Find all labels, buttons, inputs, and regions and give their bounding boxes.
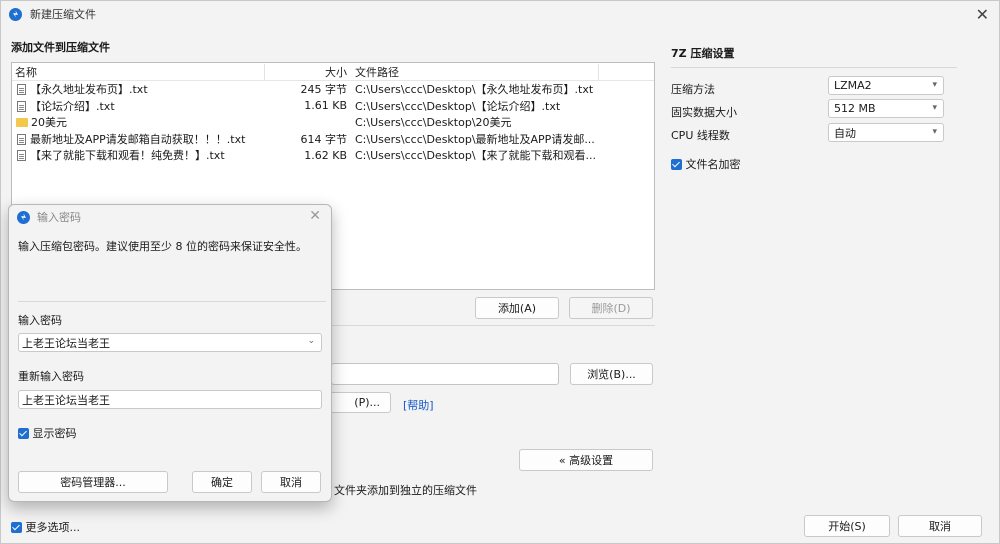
password-dialog: 输入密码 ✕ 输入压缩包密码。建议使用至少 8 位的密码来保证安全性。 输入密码… — [8, 204, 332, 502]
file-path-cell: C:\Users\ccc\Desktop\【永久地址发布页】.txt — [355, 83, 594, 97]
close-icon[interactable]: ✕ — [309, 208, 321, 224]
repeat-password-label: 重新输入密码 — [18, 370, 84, 383]
file-size-cell: 245 字节 — [300, 83, 348, 97]
file-name-cell: 20美元 — [12, 114, 264, 130]
file-size-cell: 1.62 KB — [304, 148, 347, 162]
file-path-cell: C:\Users\ccc\Desktop\最新地址及APP请发邮... — [355, 132, 595, 146]
file-path-cell: C:\Users\ccc\Desktop\20美元 — [355, 116, 512, 130]
file-rows: 【永久地址发布页】.txt 245 字节 C:\Users\ccc\Desktop\… — [12, 81, 654, 164]
method-label: 压缩方法 — [671, 83, 715, 96]
dialog-cancel-button[interactable]: 取消 — [261, 471, 321, 493]
password-input[interactable]: 上老王论坛当老王 ⌄ — [18, 333, 322, 352]
file-icon — [17, 84, 26, 96]
column-size[interactable]: 大小 — [265, 64, 351, 80]
file-list-header: 名称 大小 文件路径 — [12, 63, 654, 81]
close-icon[interactable]: ✕ — [976, 5, 989, 24]
file-name-cell: 【来了就能下载和观看！纯免费！】.txt — [12, 147, 264, 163]
dialog-title: 输入密码 — [37, 211, 81, 224]
dialog-title-bar: 输入密码 ✕ — [9, 205, 331, 229]
encrypt-names-label: 文件名加密 — [685, 158, 741, 171]
delete-button[interactable]: 删除(D) — [569, 297, 653, 319]
title-bar: 新建压缩文件 ✕ — [1, 1, 1000, 27]
repeat-password-input[interactable]: 上老王论坛当老王 — [18, 390, 322, 409]
solid-size-select[interactable]: 512 MB ▾ — [828, 99, 944, 118]
column-separator — [598, 63, 599, 80]
app-logo-icon — [9, 7, 22, 21]
browse-button[interactable]: 浏览(B)... — [570, 363, 653, 385]
repeat-password-value: 上老王论坛当老王 — [22, 393, 110, 407]
password-label: 输入密码 — [18, 314, 62, 327]
advanced-settings-button[interactable]: « 高级设置 — [519, 449, 653, 471]
file-icon — [17, 100, 26, 112]
password-value: 上老王论坛当老王 — [22, 336, 110, 350]
window-title: 新建压缩文件 — [30, 8, 96, 21]
chevron-down-icon: ▾ — [932, 80, 937, 90]
threads-label: CPU 线程数 — [671, 129, 730, 142]
settings-title: 7Z 压缩设置 — [671, 47, 735, 60]
column-path[interactable]: 文件路径 — [351, 64, 598, 80]
separator — [18, 301, 326, 302]
solid-size-value: 512 MB — [834, 102, 876, 115]
more-options-label: 更多选项... — [25, 521, 81, 534]
file-row[interactable]: 【来了就能下载和观看！纯免费！】.txt 1.62 KB C:\Users\ccc\… — [12, 147, 654, 164]
encrypt-names-option[interactable]: 文件名加密 — [671, 156, 741, 172]
method-select[interactable]: LZMA2 ▾ — [828, 76, 944, 95]
help-link[interactable]: [帮助] — [403, 397, 434, 413]
separate-archives-label: 文件夹添加到独立的压缩文件 — [334, 484, 477, 497]
archive-path-input[interactable] — [331, 363, 559, 385]
start-button[interactable]: 开始(S) — [804, 515, 890, 537]
file-row[interactable]: 【永久地址发布页】.txt 245 字节 C:\Users\ccc\Desktop\… — [12, 81, 654, 98]
cancel-button[interactable]: 取消 — [898, 515, 982, 537]
file-name-cell: 最新地址及APP请发邮箱自动获取！！！.txt — [12, 131, 264, 147]
add-button[interactable]: 添加(A) — [475, 297, 559, 319]
checkbox-checked-icon[interactable] — [18, 428, 29, 439]
dict-label: 固实数据大小 — [671, 106, 737, 119]
app-logo-icon — [17, 210, 30, 224]
method-value: LZMA2 — [834, 79, 872, 92]
threads-select[interactable]: 自动 ▾ — [828, 123, 944, 142]
compression-settings-panel: 7Z 压缩设置 压缩方法 LZMA2 ▾ 固实数据大小 512 MB ▾ CPU… — [661, 35, 957, 487]
show-password-label: 显示密码 — [32, 427, 77, 440]
checkbox-checked-icon[interactable] — [671, 159, 682, 170]
chevron-down-icon[interactable]: ⌄ — [307, 336, 315, 346]
file-name: 最新地址及APP请发邮箱自动获取！！！.txt — [30, 132, 246, 146]
file-name: 【永久地址发布页】.txt — [30, 83, 148, 97]
file-size-cell: 1.61 KB — [304, 99, 347, 113]
cell-spacer — [264, 114, 265, 130]
column-name[interactable]: 名称 — [12, 64, 264, 80]
password-manager-button[interactable]: 密码管理器... — [18, 471, 168, 493]
threads-value: 自动 — [834, 126, 856, 140]
show-password-option[interactable]: 显示密码 — [18, 425, 77, 441]
separator — [331, 325, 655, 326]
file-icon — [17, 150, 26, 162]
file-row[interactable]: 【论坛介绍】.txt 1.61 KB C:\Users\ccc\Desktop\【论… — [12, 98, 654, 115]
chevron-down-icon: ▾ — [932, 103, 937, 113]
file-icon — [17, 133, 26, 145]
file-row[interactable]: 最新地址及APP请发邮箱自动获取！！！.txt 614 字节 C:\Users\cc… — [12, 131, 654, 148]
checkbox-checked-icon[interactable] — [11, 522, 22, 533]
file-name: 20美元 — [31, 116, 67, 130]
file-name-cell: 【永久地址发布页】.txt — [12, 81, 264, 97]
file-size-cell: 614 字节 — [300, 132, 348, 146]
file-name: 【来了就能下载和观看！纯免费！】.txt — [30, 149, 225, 163]
folder-icon — [16, 118, 28, 128]
more-options-toggle[interactable]: 更多选项... — [11, 519, 80, 535]
file-path-cell: C:\Users\ccc\Desktop\【论坛介绍】.txt — [355, 99, 561, 113]
file-row[interactable]: 20美元 C:\Users\ccc\Desktop\20美元 — [12, 114, 654, 131]
separator — [671, 67, 957, 68]
dialog-description: 输入压缩包密码。建议使用至少 8 位的密码来保证安全性。 — [18, 240, 307, 253]
section-title: 添加文件到压缩文件 — [11, 41, 110, 54]
ok-button[interactable]: 确定 — [192, 471, 252, 493]
file-name-cell: 【论坛介绍】.txt — [12, 98, 264, 114]
chevron-down-icon: ▾ — [932, 127, 937, 137]
file-path-cell: C:\Users\ccc\Desktop\【来了就能下载和观看... — [355, 149, 597, 163]
file-name: 【论坛介绍】.txt — [30, 99, 115, 113]
